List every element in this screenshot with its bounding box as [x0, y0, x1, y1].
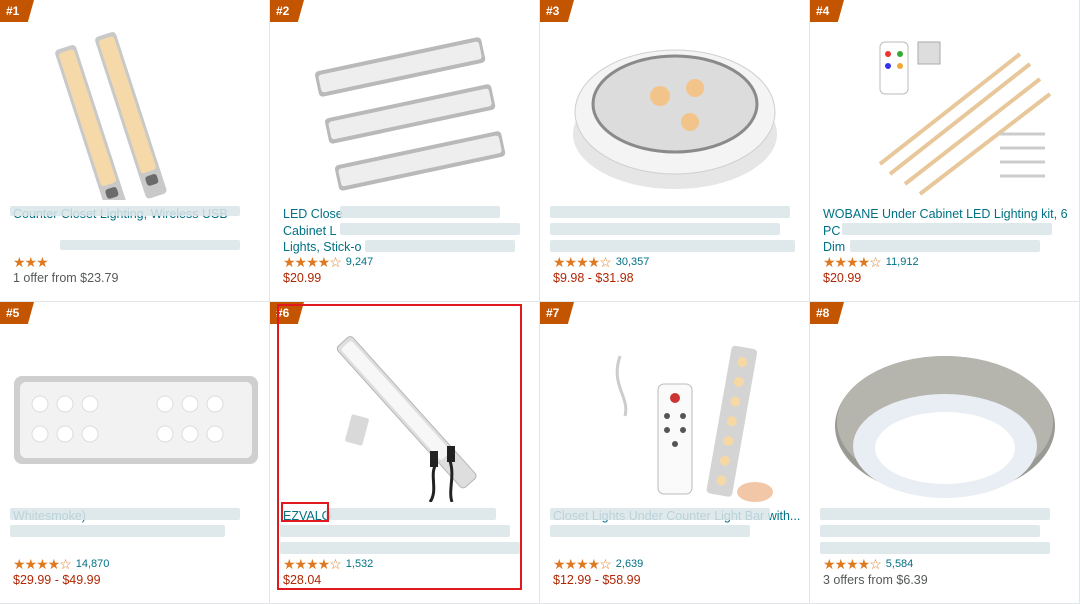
rank-badge: #5 [0, 302, 34, 324]
brand-highlight-box [281, 502, 329, 522]
rank-badge: #2 [270, 0, 304, 22]
product-card-8[interactable]: #8 ★★★★☆ 5,584 3 offers from $6.39 [810, 302, 1080, 604]
rating[interactable]: ★★★★☆ 30,357 [553, 253, 650, 270]
star-rating: ★★★★☆ [553, 253, 612, 270]
offer-text[interactable]: 1 offer from $23.79 [13, 271, 118, 285]
review-count[interactable]: 30,357 [616, 256, 650, 268]
star-rating: ★★★★☆ [283, 253, 342, 270]
product-card-3[interactable]: #3 ★★★★☆ 30,357 $9.98 - $31.98 [540, 0, 810, 302]
star-rating: ★★★★☆ [553, 555, 612, 572]
rank-badge: #8 [810, 302, 844, 324]
product-card-7[interactable]: #7 Closet Lights Under Counter Light Bar… [540, 302, 810, 604]
review-count[interactable]: 9,247 [346, 256, 374, 268]
rating[interactable]: ★★★★☆ 14,870 [13, 555, 110, 572]
price: $20.99 [283, 271, 322, 285]
price: $9.98 - $31.98 [553, 271, 634, 285]
highlight-box [277, 304, 522, 590]
star-rating: ★★★★☆ [13, 555, 72, 572]
product-card-5[interactable]: #5 Whitesmoke) ★★★★☆ 14,870 $29.99 - $49… [0, 302, 270, 604]
rank-badge: #7 [540, 302, 574, 324]
rating[interactable]: ★★★★☆ 11,912 [823, 253, 919, 270]
bestseller-grid: #1 Counter Closet Lighting, Wireless USB… [0, 0, 1080, 604]
rank-badge: #3 [540, 0, 574, 22]
product-card-2[interactable]: #2 LED Close Cabinet L Lights, Stick-o ★… [270, 0, 540, 302]
product-card-1[interactable]: #1 Counter Closet Lighting, Wireless USB… [0, 0, 270, 302]
review-count[interactable]: 2,639 [616, 558, 644, 570]
product-card-4[interactable]: #4 WOBANE Under Cabinet LED Lighting kit… [810, 0, 1080, 302]
product-image[interactable] [550, 24, 800, 200]
rating[interactable]: ★★★★☆ 5,584 [823, 555, 914, 572]
product-image[interactable] [820, 24, 1070, 200]
star-rating: ★★★★☆ [823, 253, 882, 270]
review-count[interactable]: 5,584 [886, 558, 914, 570]
offer-text[interactable]: 3 offers from $6.39 [823, 573, 928, 587]
rank-badge: #4 [810, 0, 844, 22]
product-image[interactable] [550, 326, 800, 502]
product-card-6[interactable]: #6 EZVALO ★★★★☆ 1,532 $28.04 [270, 302, 540, 604]
price: $20.99 [823, 271, 862, 285]
price: $12.99 - $58.99 [553, 573, 641, 587]
product-image[interactable] [280, 24, 530, 200]
price: $29.99 - $49.99 [13, 573, 101, 587]
rating[interactable]: ★★★ [13, 253, 49, 270]
review-count[interactable]: 14,870 [76, 558, 110, 570]
rank-badge: #1 [0, 0, 34, 22]
product-image[interactable] [10, 326, 260, 502]
rating[interactable]: ★★★★☆ 9,247 [283, 253, 374, 270]
product-image[interactable] [10, 24, 260, 200]
review-count[interactable]: 11,912 [886, 256, 919, 268]
rating[interactable]: ★★★★☆ 2,639 [553, 555, 644, 572]
star-rating: ★★★ [13, 253, 49, 270]
product-image[interactable] [820, 326, 1070, 502]
star-rating: ★★★★☆ [823, 555, 882, 572]
